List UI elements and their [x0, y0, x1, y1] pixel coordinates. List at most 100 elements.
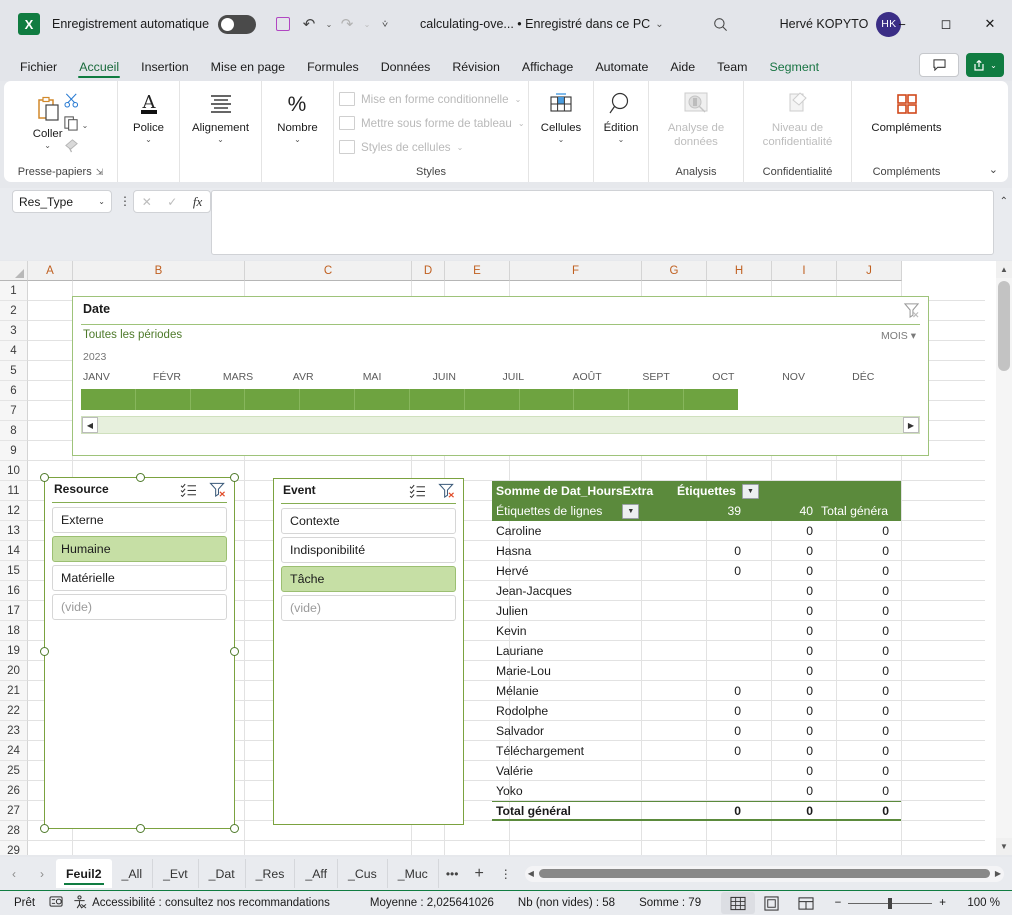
timeline-scroll-left-icon[interactable]: ◀ — [82, 417, 98, 433]
name-box[interactable]: Res_Type ⌄ — [12, 190, 112, 213]
clear-filter-icon[interactable] — [209, 482, 227, 500]
maximize-button[interactable]: ◻ — [924, 0, 968, 48]
zoom-slider[interactable]: − + — [835, 897, 946, 909]
zoom-thumb[interactable] — [888, 897, 893, 909]
sheet-tab-aff[interactable]: _Aff — [295, 859, 339, 888]
tab-revision[interactable]: Révision — [441, 56, 511, 81]
tab-affichage[interactable]: Affichage — [511, 56, 584, 81]
pivot-row-filter-button[interactable]: ▼ — [622, 503, 640, 519]
timeline-slicer-date[interactable]: Date Toutes les périodes MOIS ▾ 2023 JAN… — [72, 296, 929, 456]
clear-filter-icon[interactable] — [438, 483, 456, 501]
comments-button[interactable] — [919, 53, 959, 77]
sheet-tab-all[interactable]: _All — [112, 859, 154, 888]
page-layout-view-button[interactable] — [755, 892, 789, 914]
vertical-scrollbar[interactable]: ▲ ▼ — [996, 261, 1012, 855]
column-header-J[interactable]: J — [837, 261, 902, 281]
editing-button[interactable]: Édition ⌄ — [604, 81, 638, 144]
tab-accueil[interactable]: Accueil — [68, 56, 130, 81]
row-header-5[interactable]: 5 — [0, 361, 28, 381]
pivot-row[interactable]: Mélanie 0 0 0 — [492, 681, 901, 701]
column-header-H[interactable]: H — [707, 261, 772, 281]
pivot-row[interactable]: Valérie 0 0 — [492, 761, 901, 781]
pivot-row[interactable]: Hervé 0 0 0 — [492, 561, 901, 581]
column-header-A[interactable]: A — [28, 261, 73, 281]
horizontal-scrollbar[interactable]: ◀ ▶ — [524, 865, 1004, 882]
resize-handle-se[interactable] — [230, 824, 239, 833]
pivot-row[interactable]: Julien 0 0 — [492, 601, 901, 621]
presse-papiers-dialog-launcher[interactable]: ⇲ — [96, 167, 104, 177]
row-header-24[interactable]: 24 — [0, 741, 28, 761]
accessibility-icon[interactable] — [72, 894, 87, 912]
editing-chevron-icon[interactable]: ⌄ — [618, 135, 625, 144]
clear-filter-icon[interactable] — [903, 302, 920, 321]
cut-icon[interactable] — [63, 92, 89, 112]
redo-chevron-icon[interactable]: ⌄ — [360, 11, 372, 37]
number-button[interactable]: % Nombre ⌄ — [277, 81, 318, 144]
pivot-column-filter-button[interactable]: ▼ — [742, 483, 759, 499]
next-sheet-icon[interactable]: › — [28, 860, 56, 888]
timeline-segment[interactable] — [355, 389, 410, 410]
row-header-19[interactable]: 19 — [0, 641, 28, 661]
cancel-formula-icon[interactable]: ✕ — [142, 195, 152, 209]
resize-handle-n[interactable] — [136, 473, 145, 482]
addins-button[interactable]: Compléments — [871, 81, 942, 134]
formula-input[interactable] — [211, 190, 994, 255]
sheet-more-menu-icon[interactable]: ⋮ — [493, 867, 519, 881]
autosave-toggle[interactable] — [218, 14, 257, 34]
quick-access-more-icon[interactable]: ⩒ — [372, 11, 398, 37]
document-title[interactable]: calculating-ove... • Enregistré dans ce … — [420, 17, 650, 31]
timeline-segment[interactable] — [300, 389, 356, 410]
record-macro-icon[interactable] — [49, 895, 64, 911]
timeline-scrollbar[interactable]: ◀ ▶ — [81, 416, 920, 434]
row-header-6[interactable]: 6 — [0, 381, 28, 401]
pivot-row[interactable]: Lauriane 0 0 — [492, 641, 901, 661]
zoom-track[interactable] — [848, 897, 933, 909]
slicer-resource[interactable]: Resource Externe Humaine Matérielle (vide) — [40, 473, 239, 833]
column-header-E[interactable]: E — [445, 261, 510, 281]
alignment-chevron-icon[interactable]: ⌄ — [217, 135, 224, 144]
row-header-1[interactable]: 1 — [0, 281, 28, 301]
undo-icon[interactable]: ↶ — [296, 11, 322, 37]
pivot-row[interactable]: Marie-Lou 0 0 — [492, 661, 901, 681]
row-header-4[interactable]: 4 — [0, 341, 28, 361]
timeline-segment[interactable] — [136, 389, 191, 410]
accessibility-text[interactable]: Accessibilité : consultez nos recommanda… — [92, 897, 330, 909]
copy-icon[interactable] — [63, 115, 79, 134]
number-chevron-icon[interactable]: ⌄ — [294, 135, 301, 144]
multi-select-icon[interactable] — [409, 484, 426, 501]
slicer-event-item-2[interactable]: Tâche — [281, 566, 456, 592]
column-header-G[interactable]: G — [642, 261, 707, 281]
slicer-event-item-1[interactable]: Indisponibilité — [281, 537, 456, 563]
resize-handle-nw[interactable] — [40, 473, 49, 482]
resize-handle-sw[interactable] — [40, 824, 49, 833]
timeline-selection-bar[interactable] — [81, 389, 738, 410]
sheet-tab-muc[interactable]: _Muc — [388, 859, 439, 888]
timeline-segment[interactable] — [81, 389, 136, 410]
tab-aide[interactable]: Aide — [659, 56, 706, 81]
tab-formules[interactable]: Formules — [296, 56, 370, 81]
pivot-row[interactable]: Caroline 0 0 — [492, 521, 901, 541]
zoom-level[interactable]: 100 % — [956, 897, 1000, 909]
row-header-22[interactable]: 22 — [0, 701, 28, 721]
cells-button[interactable]: Cellules ⌄ — [541, 81, 581, 144]
sheet-tab-feuil2[interactable]: Feuil2 — [56, 859, 112, 888]
pivot-row[interactable]: Hasna 0 0 0 — [492, 541, 901, 561]
tab-automate[interactable]: Automate — [584, 56, 659, 81]
row-header-8[interactable]: 8 — [0, 421, 28, 441]
save-icon[interactable] — [270, 11, 296, 37]
column-header-I[interactable]: I — [772, 261, 837, 281]
timeline-segment[interactable] — [574, 389, 630, 410]
resize-handle-ne[interactable] — [230, 473, 239, 482]
tab-mise-en-page[interactable]: Mise en page — [200, 56, 296, 81]
sheet-tab-evt[interactable]: _Evt — [153, 859, 199, 888]
sheet-tab-res[interactable]: _Res — [246, 859, 296, 888]
row-header-21[interactable]: 21 — [0, 681, 28, 701]
slicer-event[interactable]: Event Contexte Indisponibilité Tâche (vide) — [273, 478, 464, 825]
document-title-chevron-icon[interactable]: ⌄ — [655, 19, 663, 30]
font-button[interactable]: A Police ⌄ — [133, 81, 164, 144]
copy-chevron-icon[interactable]: ⌄ — [82, 121, 89, 130]
close-button[interactable]: ✕ — [968, 0, 1012, 48]
name-box-chevron-icon[interactable]: ⌄ — [98, 197, 105, 206]
slicer-event-item-3[interactable]: (vide) — [281, 595, 456, 621]
resize-handle-s[interactable] — [136, 824, 145, 833]
